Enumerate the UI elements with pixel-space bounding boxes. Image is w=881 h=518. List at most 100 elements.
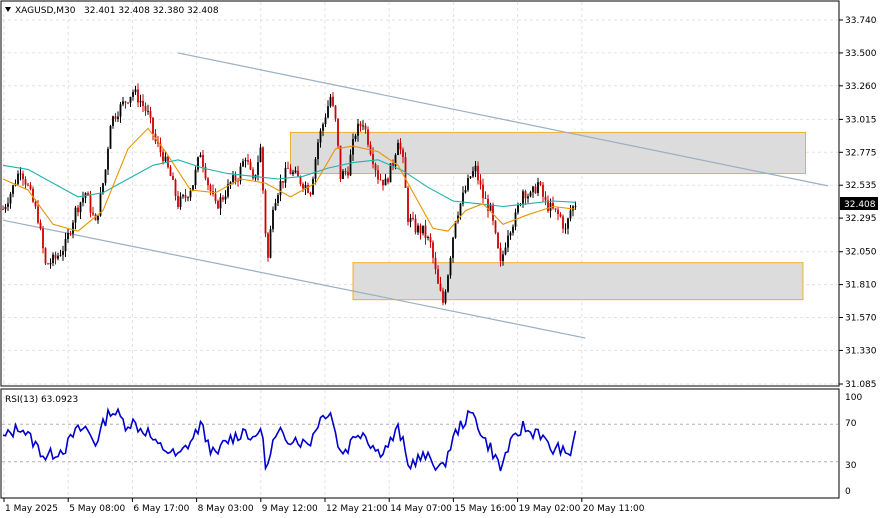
candle-body (59, 254, 62, 256)
candle-body (37, 206, 39, 223)
candle-body (477, 165, 479, 181)
candle-body (532, 186, 534, 193)
candle-body (544, 196, 547, 201)
candle-body (244, 160, 247, 162)
rsi-indicator-label: RSI(13) 63.0923 (5, 395, 78, 405)
candle-body (132, 92, 134, 97)
price-tick-label: 33.740 (845, 16, 877, 26)
candle-body (119, 104, 122, 117)
candle-body (287, 167, 289, 169)
candle-body (107, 148, 109, 170)
price-tick-label: 33.500 (845, 49, 877, 59)
candle-body (207, 178, 209, 186)
candle-body (117, 116, 119, 119)
candle-body (322, 124, 324, 131)
candle-body (292, 172, 294, 175)
candle-body (372, 153, 374, 165)
candle-body (419, 225, 422, 234)
candle-body (149, 111, 152, 118)
candle-body (384, 178, 387, 186)
candle-body (264, 190, 267, 234)
candle-body (432, 242, 434, 258)
candle-body (552, 202, 554, 209)
support-zone[interactable] (352, 262, 804, 301)
candle-body (444, 291, 447, 303)
candle-body (332, 96, 334, 106)
candle-body (522, 191, 524, 204)
candle-body (414, 218, 417, 233)
candle-body (412, 217, 414, 219)
candle-body (57, 255, 59, 259)
candle-body (537, 182, 539, 194)
candle-body (409, 217, 412, 222)
candle-body (564, 228, 567, 230)
time-tick-label: 8 May 03:00 (198, 504, 254, 514)
candle-body (502, 254, 504, 262)
candle-body (539, 182, 542, 185)
price-tick-label: 32.775 (845, 148, 877, 158)
candle-body (127, 102, 129, 104)
candle-body (29, 185, 32, 189)
candle-body (362, 125, 364, 127)
candle-body (249, 161, 252, 170)
candle-body (574, 206, 577, 208)
price-tick-label: 33.015 (845, 115, 877, 125)
candle-body (317, 142, 319, 160)
rsi-tick-label: 70 (845, 419, 857, 429)
time-tick-label: 15 May 16:00 (454, 504, 516, 514)
candle-body (529, 192, 532, 197)
candle-body (272, 209, 274, 230)
candle-body (309, 192, 312, 195)
candle-body (52, 254, 54, 264)
candle-body (284, 167, 287, 183)
trading-chart[interactable]: 33.740 33.500 33.260 33.015 32.775 32.535 32.2… (0, 0, 881, 518)
candle-body (312, 178, 314, 195)
price-tick-label: 32.535 (845, 181, 877, 191)
candle-body (39, 222, 42, 229)
candle-body (524, 191, 527, 199)
candle-body (337, 118, 339, 146)
candle-body (4, 206, 7, 210)
candle-body (199, 155, 202, 158)
candle-body (294, 170, 297, 173)
candle-body (497, 232, 499, 248)
candle-body (42, 228, 44, 249)
candle-body (214, 193, 217, 201)
candle-body (134, 89, 137, 93)
candle-body (447, 275, 449, 292)
candle-body (279, 181, 282, 196)
time-tick-label: 14 May 07:00 (390, 504, 452, 514)
candle-body (464, 189, 467, 193)
candle-body (74, 207, 77, 223)
rsi-panel-frame (0, 388, 840, 499)
candle-body (259, 147, 262, 163)
time-tick-label: 20 May 11:00 (583, 504, 645, 514)
candle-body (364, 125, 367, 130)
candle-body (242, 161, 244, 167)
candle-body (97, 215, 99, 221)
candle-body (202, 155, 204, 167)
price-tick-label: 31.085 (845, 380, 877, 390)
candle-body (262, 147, 264, 191)
candle-body (474, 165, 477, 172)
candle-body (197, 157, 199, 170)
candle-body (232, 175, 234, 183)
candle-body (187, 197, 189, 199)
candle-body (387, 178, 389, 183)
candle-body (442, 290, 444, 303)
candle-body (7, 203, 9, 207)
candle-body (374, 164, 377, 171)
candle-body (124, 101, 127, 103)
candle-body (467, 178, 469, 190)
candle-body (542, 184, 544, 197)
symbol-label: XAGUSD,M30 (15, 6, 76, 16)
candle-body (427, 237, 429, 238)
candle-body (89, 195, 92, 213)
candle-body (64, 239, 67, 252)
candle-body (349, 154, 352, 176)
rsi-tick-label: 100 (845, 393, 862, 403)
candle-body (147, 111, 149, 112)
candle-body (102, 183, 104, 193)
candle-body (507, 235, 509, 248)
candle-body (257, 162, 259, 175)
